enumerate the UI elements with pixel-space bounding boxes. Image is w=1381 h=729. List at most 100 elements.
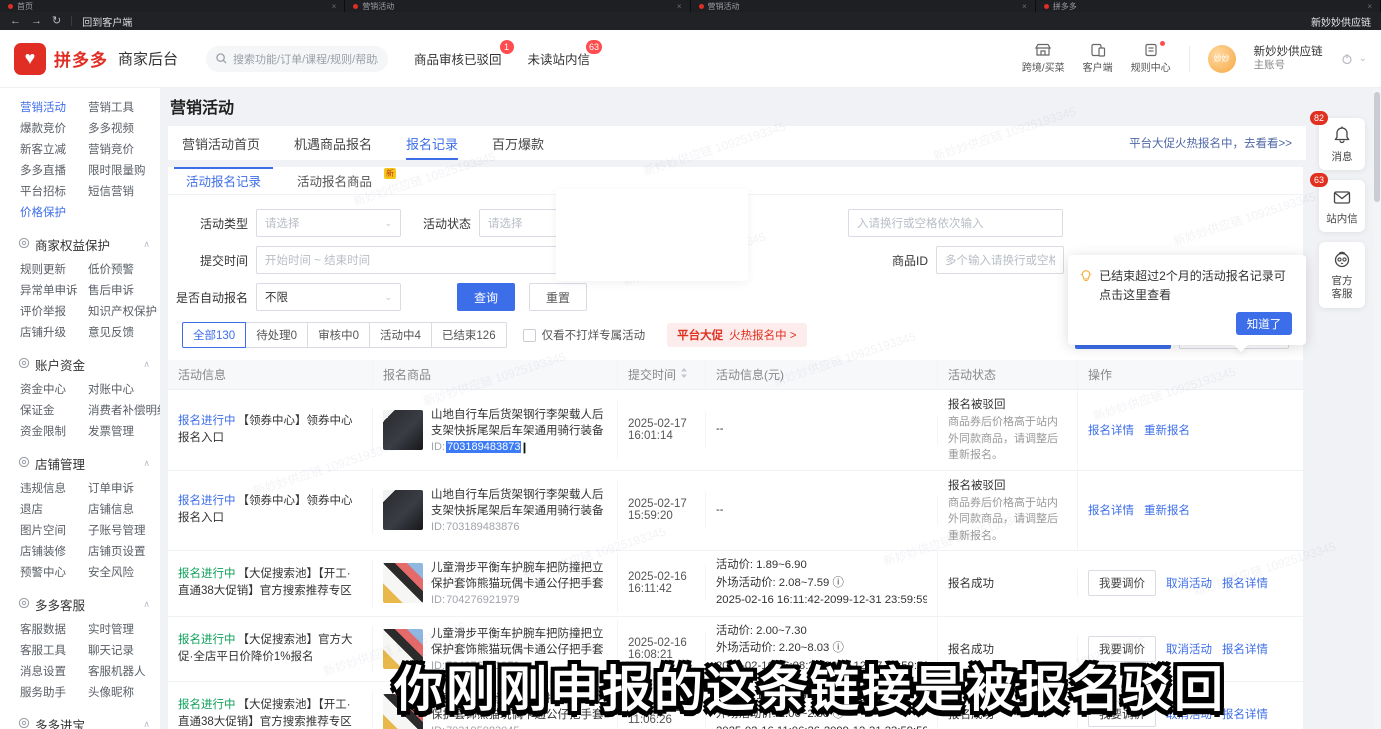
scrollbar[interactable]: [1373, 88, 1381, 729]
auto-signup-select[interactable]: 不限⌄: [256, 283, 401, 311]
sidebar-link[interactable]: 客服工具: [20, 642, 88, 658]
sidebar-link[interactable]: 子账号管理: [88, 522, 156, 538]
cross-border-link[interactable]: 跨境/买菜: [1022, 43, 1065, 74]
close-icon[interactable]: ×: [1022, 2, 1027, 11]
sidebar-group-title[interactable]: 多多进宝∧: [18, 710, 160, 729]
back-icon[interactable]: ←: [10, 16, 21, 27]
sidebar-link[interactable]: 短信营销: [88, 183, 156, 199]
reload-icon[interactable]: ↻: [52, 16, 61, 27]
sidebar-link[interactable]: 多多视频: [88, 120, 156, 136]
goods-id-input[interactable]: 多个输入请换行或空格依次输入: [936, 246, 1064, 274]
chevron-down-icon[interactable]: ⌄: [1359, 53, 1367, 64]
sidebar-link[interactable]: 发票管理: [88, 423, 156, 439]
browser-tab[interactable]: 营销活动×: [691, 0, 1036, 12]
sidebar-link[interactable]: 消息设置: [20, 663, 88, 679]
action-link[interactable]: 取消活动: [1166, 709, 1212, 721]
product-thumbnail[interactable]: [383, 410, 423, 450]
action-link[interactable]: 取消活动: [1166, 578, 1212, 590]
sidebar-link[interactable]: 营销竞价: [88, 141, 156, 157]
main-tab[interactable]: 机遇商品报名: [294, 126, 372, 160]
account-avatar[interactable]: 妙妙: [1208, 45, 1236, 73]
action-link[interactable]: 取消活动: [1166, 644, 1212, 656]
sidebar-link[interactable]: 预警中心: [20, 564, 88, 580]
unread-mail-link[interactable]: 未读站内信 63: [528, 49, 591, 68]
pinduoduo-logo-icon[interactable]: ♥: [14, 43, 46, 75]
action-link[interactable]: 报名详情: [1222, 709, 1268, 721]
sidebar-link[interactable]: 爆款竞价: [20, 120, 88, 136]
action-link[interactable]: 报名详情: [1088, 505, 1134, 517]
got-it-button[interactable]: 知道了: [1236, 312, 1292, 335]
activity-type-select[interactable]: 请选择⌄: [256, 209, 401, 237]
chevron-up-icon[interactable]: ∧: [143, 599, 150, 610]
sort-icon[interactable]: [676, 367, 688, 382]
chevron-up-icon[interactable]: ∧: [143, 359, 150, 370]
status-chip[interactable]: 待处理0: [245, 322, 308, 348]
sidebar-link[interactable]: 头像昵称: [88, 684, 156, 700]
close-icon[interactable]: ×: [1367, 2, 1372, 11]
sidebar-link[interactable]: 限时限量购: [88, 162, 156, 178]
main-tab[interactable]: 百万爆款: [492, 126, 544, 160]
sidebar-link[interactable]: 意见反馈: [88, 324, 156, 340]
sidebar-link[interactable]: 店铺信息: [88, 501, 156, 517]
sidebar-link[interactable]: 聊天记录: [88, 642, 156, 658]
sidebar-link[interactable]: 营销工具: [88, 99, 156, 115]
sidebar-link[interactable]: 资金限制: [20, 423, 88, 439]
hot-promo-badge[interactable]: 平台大促火热报名中 >: [667, 323, 806, 347]
status-chip[interactable]: 活动中4: [369, 322, 432, 348]
power-icon[interactable]: [1341, 53, 1353, 65]
holiday-only-checkbox[interactable]: 仅看不打烊专属活动: [523, 327, 646, 343]
sidebar-link[interactable]: 消费者补偿明细: [88, 402, 156, 418]
status-chip[interactable]: 审核中0: [307, 322, 370, 348]
sidebar-link[interactable]: 价格保护: [20, 204, 88, 220]
sidebar-link[interactable]: 保证金: [20, 402, 88, 418]
sidebar-link[interactable]: 实时管理: [88, 621, 156, 637]
action-link[interactable]: 重新报名: [1144, 425, 1190, 437]
sidebar-link[interactable]: 店铺升级: [20, 324, 88, 340]
chevron-up-icon[interactable]: ∧: [143, 458, 150, 469]
sidebar-link[interactable]: 客服数据: [20, 621, 88, 637]
adjust-price-button[interactable]: 我要调价: [1088, 570, 1156, 596]
sidebar-group-title[interactable]: 多多客服∧: [18, 590, 160, 618]
product-thumbnail[interactable]: [383, 694, 423, 729]
action-link[interactable]: 报名详情: [1088, 425, 1134, 437]
float-service-button[interactable]: 官方 客服: [1319, 242, 1365, 307]
sidebar-link[interactable]: 售后申诉: [88, 282, 156, 298]
sidebar-link[interactable]: 图片空间: [20, 522, 88, 538]
sidebar-link[interactable]: 对账中心: [88, 381, 156, 397]
action-link[interactable]: 重新报名: [1144, 505, 1190, 517]
browser-profile-label[interactable]: 新妙妙供应链: [1311, 14, 1371, 29]
close-icon[interactable]: ×: [332, 2, 337, 11]
status-chip[interactable]: 全部130: [182, 322, 246, 348]
chevron-up-icon[interactable]: ∧: [143, 239, 150, 250]
sub-tab[interactable]: 活动报名记录: [168, 167, 279, 194]
product-thumbnail[interactable]: [383, 563, 423, 603]
sidebar-link[interactable]: 店铺装修: [20, 543, 88, 559]
adjust-price-button[interactable]: 我要调价: [1088, 636, 1156, 662]
scrollbar-thumb[interactable]: [1374, 92, 1380, 202]
sidebar-link[interactable]: 多多直播: [20, 162, 88, 178]
submit-time-input[interactable]: 开始时间 ~ 结束时间: [256, 246, 586, 274]
goods-name-input[interactable]: 入请换行或空格依次输入: [848, 209, 1063, 237]
action-link[interactable]: 报名详情: [1222, 644, 1268, 656]
sidebar-link[interactable]: 低价预警: [88, 261, 156, 277]
sidebar-group-title[interactable]: 账户资金∧: [18, 350, 160, 378]
sidebar-link[interactable]: 营销活动: [20, 99, 88, 115]
sidebar-link[interactable]: 违规信息: [20, 480, 88, 496]
reset-button[interactable]: 重置: [529, 283, 587, 311]
main-tab[interactable]: 营销活动首页: [182, 126, 260, 160]
sidebar-link[interactable]: 订单申诉: [88, 480, 156, 496]
sidebar-link[interactable]: 新客立减: [20, 141, 88, 157]
sidebar-link[interactable]: 安全风险: [88, 564, 156, 580]
sidebar-link[interactable]: 服务助手: [20, 684, 88, 700]
back-to-client-link[interactable]: 回到客户端: [82, 14, 132, 29]
sidebar-link[interactable]: 评价举报: [20, 303, 88, 319]
sidebar-link[interactable]: 店铺页设置: [88, 543, 156, 559]
browser-tab[interactable]: 首页×: [0, 0, 345, 12]
sidebar-link[interactable]: 平台招标: [20, 183, 88, 199]
sidebar-link[interactable]: 规则更新: [20, 261, 88, 277]
sidebar-group-title[interactable]: 店铺管理∧: [18, 449, 160, 477]
chevron-up-icon[interactable]: ∧: [143, 719, 150, 729]
rules-center-link[interactable]: 规则中心: [1131, 43, 1171, 74]
sidebar-link[interactable]: 异常单申诉: [20, 282, 88, 298]
browser-tab[interactable]: 营销活动×: [345, 0, 690, 12]
